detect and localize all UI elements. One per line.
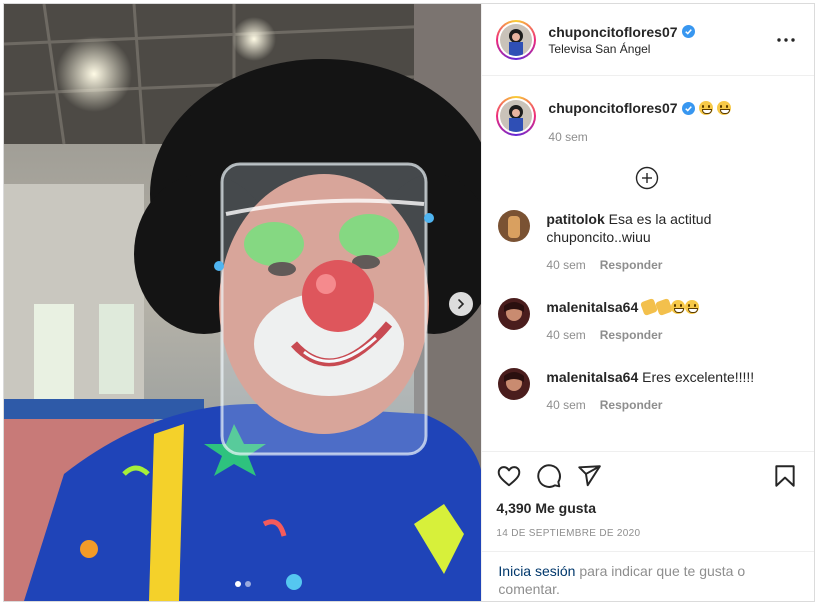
reply-button[interactable]: Responder	[600, 328, 663, 342]
post-caption: chuponcitoflores07 40 sem	[496, 76, 798, 144]
comment-time[interactable]: 40 sem	[546, 398, 585, 412]
likes-count[interactable]: 4,390 Me gusta	[496, 500, 798, 516]
avatar-photo	[498, 368, 531, 400]
carousel-indicator	[4, 581, 481, 587]
post-header: chuponcitoflores07 Televisa San Ángel	[482, 4, 814, 76]
verified-badge-icon	[681, 101, 695, 115]
like-icon[interactable]	[496, 463, 522, 489]
post-photo	[4, 4, 482, 601]
comment-item: malenitalsa64 Eres excelente!!!!! 40 sem…	[496, 368, 798, 414]
avatar-photo	[498, 210, 531, 242]
post-actions: 4,390 Me gusta 14 DE SEPTIEMBRE DE 2020 …	[482, 451, 814, 601]
carousel-dot	[244, 581, 251, 587]
post-media[interactable]	[4, 4, 482, 601]
next-arrow-icon	[458, 299, 465, 309]
comment-time[interactable]: 40 sem	[546, 258, 585, 272]
avatar[interactable]	[496, 19, 537, 60]
carousel-dot	[234, 581, 241, 587]
grinning-emoji-icon	[698, 101, 713, 115]
more-icon	[777, 37, 795, 42]
verified-badge-icon	[681, 25, 695, 38]
avatar[interactable]	[498, 298, 531, 330]
comment-time[interactable]: 40 sem	[546, 328, 585, 342]
post-date[interactable]: 14 DE SEPTIEMBRE DE 2020	[496, 528, 798, 539]
grinning-emoji-icon	[685, 300, 700, 314]
add-comments-icon[interactable]	[635, 166, 659, 190]
grinning-emoji-icon	[716, 101, 731, 115]
post-location[interactable]: Televisa San Ángel	[548, 42, 774, 56]
reply-button[interactable]: Responder	[600, 398, 663, 412]
reply-button[interactable]: Responder	[600, 258, 663, 272]
login-prompt: Inicia sesión para indicar que te gusta …	[482, 551, 814, 598]
header-username[interactable]: chuponcitoflores07	[548, 24, 677, 40]
more-options-button[interactable]	[774, 28, 798, 52]
comment-username[interactable]: malenitalsa64	[546, 299, 638, 315]
comment-username[interactable]: patitolok	[546, 211, 604, 227]
avatar-photo	[500, 23, 533, 56]
share-icon[interactable]	[576, 463, 602, 489]
load-more-comments	[496, 144, 798, 210]
clapping-emoji-icon	[640, 298, 659, 316]
post: chuponcitoflores07 Televisa San Ángel ch…	[3, 3, 815, 602]
comments-section: chuponcitoflores07 40 sem patitolok Esa …	[482, 76, 814, 451]
avatar[interactable]	[498, 210, 531, 242]
avatar-photo	[500, 100, 533, 132]
comment-item: patitolok Esa es la actitud chuponcito..…	[496, 210, 798, 274]
comment-icon[interactable]	[536, 463, 562, 489]
caption-time[interactable]: 40 sem	[548, 130, 730, 144]
avatar[interactable]	[496, 96, 537, 136]
comment-item: malenitalsa64 40 sem Responder	[496, 298, 798, 344]
caption-username[interactable]: chuponcitoflores07	[548, 100, 677, 116]
grinning-emoji-icon	[671, 300, 686, 314]
comment-username[interactable]: malenitalsa64	[546, 369, 638, 385]
login-link[interactable]: Inicia sesión	[498, 563, 575, 579]
comment-text: Eres excelente!!!!!	[642, 369, 755, 385]
avatar[interactable]	[498, 368, 531, 400]
post-side-panel: chuponcitoflores07 Televisa San Ángel ch…	[481, 4, 814, 601]
save-icon[interactable]	[772, 463, 798, 489]
avatar-photo	[498, 298, 531, 330]
next-slide-button[interactable]	[449, 292, 473, 316]
